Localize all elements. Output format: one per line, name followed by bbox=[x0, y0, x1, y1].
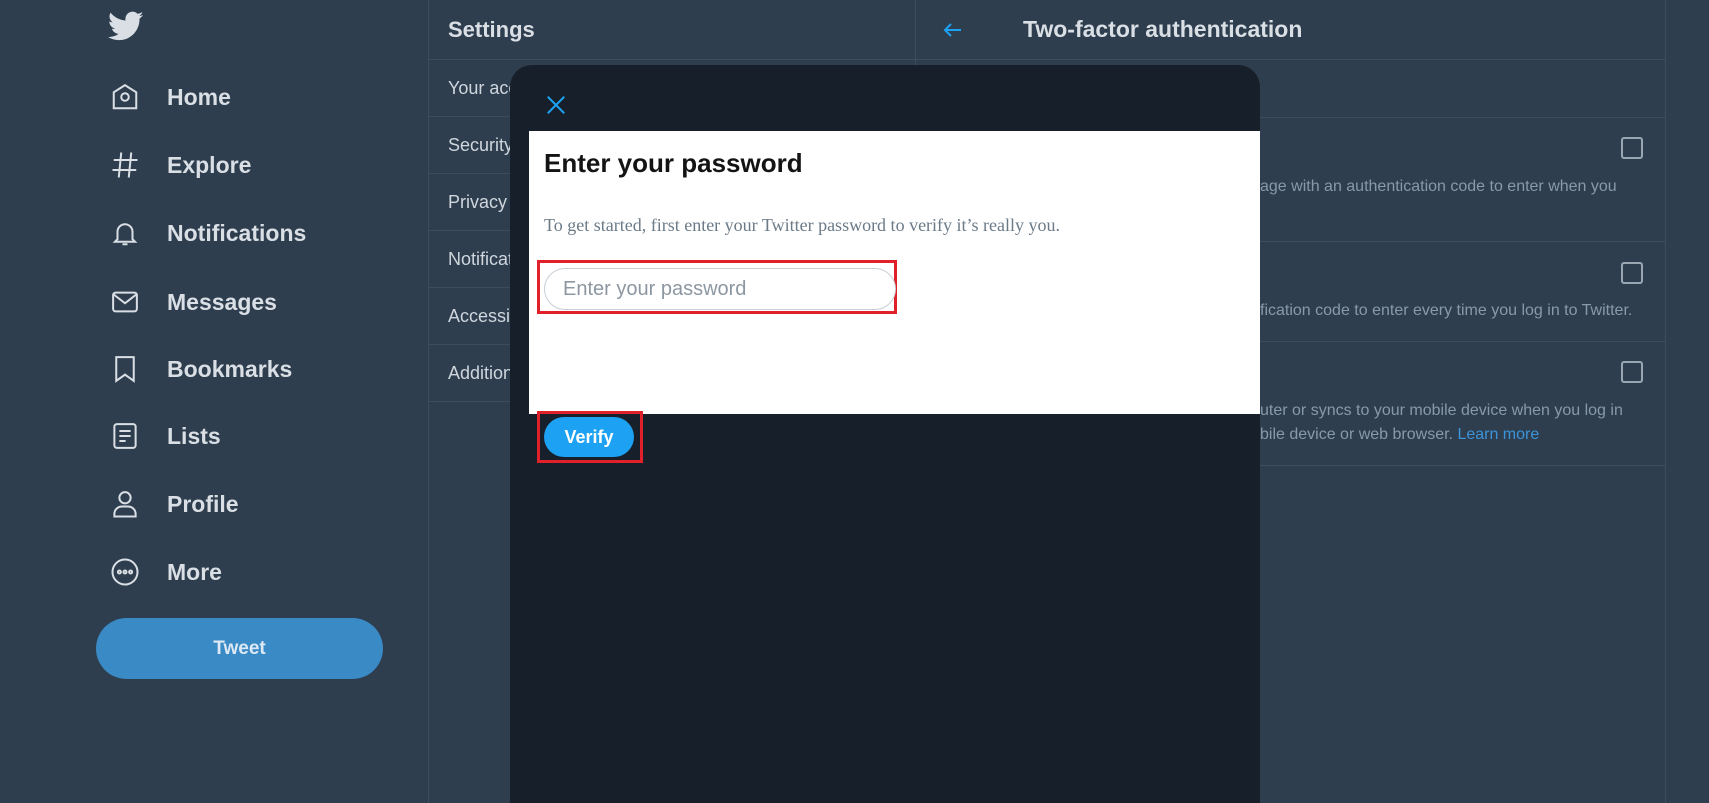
two-factor-header: Two-factor authentication bbox=[915, 0, 1665, 60]
twitter-bird-icon[interactable] bbox=[107, 8, 144, 44]
bell-icon bbox=[108, 216, 142, 250]
back-arrow-icon[interactable] bbox=[941, 15, 981, 45]
password-frame: Enter your password To get started, firs… bbox=[529, 131, 1260, 463]
nav-label: Profile bbox=[167, 490, 239, 517]
password-modal: Enter your password To get started, firs… bbox=[510, 65, 1260, 803]
nav-label: Bookmarks bbox=[167, 355, 293, 382]
envelope-icon bbox=[108, 285, 142, 319]
nav-label: Lists bbox=[167, 422, 221, 449]
more-icon bbox=[108, 555, 142, 589]
nav-item-home[interactable]: Home bbox=[108, 73, 231, 121]
nav-item-explore[interactable]: Explore bbox=[108, 141, 251, 189]
hashtag-icon bbox=[108, 148, 142, 182]
modal-description: To get started, first enter your Twitter… bbox=[544, 215, 1061, 235]
auth-app-checkbox[interactable] bbox=[1621, 262, 1643, 284]
nav-item-messages[interactable]: Messages bbox=[108, 278, 277, 326]
nav-item-profile[interactable]: Profile bbox=[108, 480, 239, 528]
nav-label: More bbox=[167, 558, 222, 585]
nav-label: Messages bbox=[167, 288, 277, 315]
nav-label: Explore bbox=[167, 151, 252, 178]
security-key-checkbox[interactable] bbox=[1621, 361, 1643, 383]
option-description: uter or syncs to your mobile device when… bbox=[1260, 402, 1623, 419]
close-icon[interactable] bbox=[536, 85, 576, 125]
nav-item-more[interactable]: More bbox=[108, 548, 222, 596]
bookmark-icon bbox=[108, 352, 142, 386]
nav-item-bookmarks[interactable]: Bookmarks bbox=[108, 345, 292, 393]
two-factor-title: Two-factor authentication bbox=[1023, 16, 1303, 42]
primary-nav: Home Explore Notifications Messages Book… bbox=[0, 0, 428, 803]
home-icon bbox=[108, 80, 142, 114]
nav-item-lists[interactable]: Lists bbox=[108, 412, 221, 460]
list-icon bbox=[108, 419, 142, 453]
settings-title: Settings bbox=[429, 0, 915, 60]
person-icon bbox=[108, 487, 142, 521]
nav-label: Notifications bbox=[167, 219, 307, 246]
modal-heading: Enter your password bbox=[544, 148, 803, 178]
learn-more-link[interactable]: Learn more bbox=[1457, 426, 1539, 443]
password-input[interactable] bbox=[544, 268, 896, 310]
tweet-button[interactable]: Tweet bbox=[96, 618, 383, 679]
option-description: age with an authentication code to enter… bbox=[1260, 178, 1617, 195]
nav-item-notifications[interactable]: Notifications bbox=[108, 209, 306, 257]
verify-button[interactable]: Verify bbox=[544, 417, 634, 457]
option-description-line2: bile device or web browser. Learn more bbox=[1260, 426, 1540, 443]
option-description: fication code to enter every time you lo… bbox=[1260, 302, 1633, 319]
text-message-checkbox[interactable] bbox=[1621, 137, 1643, 159]
nav-label: Home bbox=[167, 83, 231, 110]
